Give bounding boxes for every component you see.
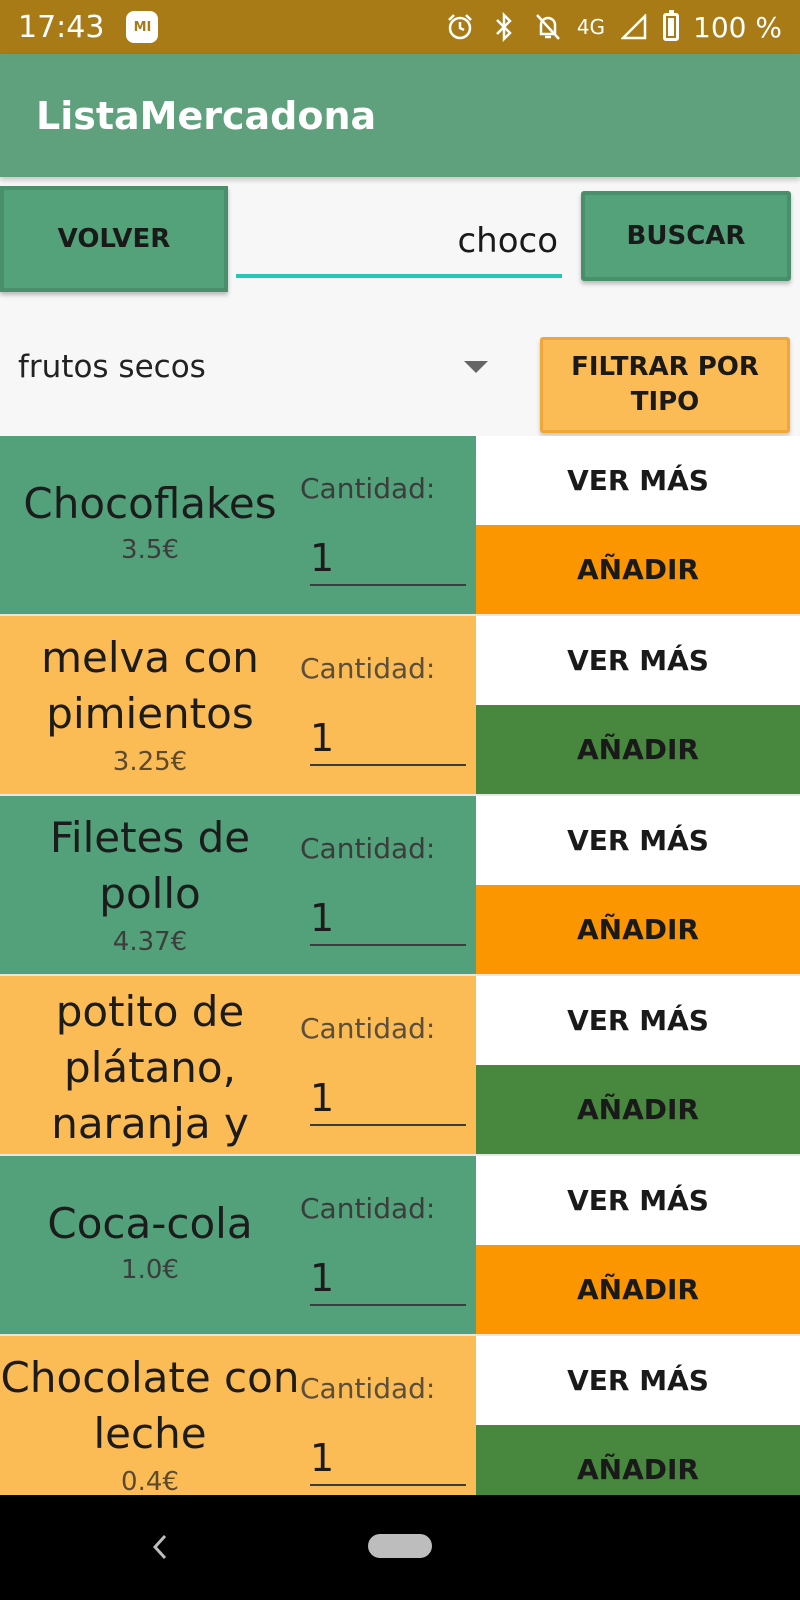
quantity-input[interactable]: [310, 1252, 466, 1306]
add-button[interactable]: AÑADIR: [476, 885, 800, 974]
status-bar: 17:43 MI 4G 100 %: [0, 0, 800, 54]
product-price: 3.5€: [121, 535, 179, 565]
signal-icon: [619, 12, 649, 42]
quantity-input[interactable]: [310, 1432, 466, 1486]
back-button[interactable]: VOLVER: [0, 186, 228, 292]
see-more-button[interactable]: VER MÁS: [476, 616, 800, 705]
status-time: 17:43: [18, 9, 105, 45]
product-name: Filetes de pollo: [49, 813, 251, 918]
see-more-button[interactable]: VER MÁS: [476, 976, 800, 1065]
quantity-label: Cantidad:: [300, 652, 436, 685]
product-price: 0.4€: [121, 1467, 179, 1495]
quantity-label: Cantidad:: [300, 472, 436, 505]
product-name: Chocolate con leche: [0, 1353, 300, 1458]
product-info: potito de plátano, naranja y Cantidad:: [0, 976, 476, 1154]
list-item: Filetes de pollo 4.37€ Cantidad: VER MÁS…: [0, 796, 800, 976]
product-price: 1.0€: [121, 1255, 179, 1285]
bluetooth-icon: [489, 12, 519, 42]
quantity-input[interactable]: [310, 892, 466, 946]
product-price: 4.37€: [112, 927, 188, 957]
type-spinner[interactable]: frutos secos: [18, 330, 498, 404]
type-selected: frutos secos: [18, 349, 206, 385]
quantity-input[interactable]: [310, 532, 466, 586]
add-button[interactable]: AÑADIR: [476, 525, 800, 614]
add-button[interactable]: AÑADIR: [476, 1245, 800, 1334]
home-pill-icon[interactable]: [368, 1534, 432, 1558]
app-bar: ListaMercadona: [0, 54, 800, 177]
product-info: Chocolate con leche 0.4€ Cantidad:: [0, 1336, 476, 1495]
back-icon[interactable]: [140, 1525, 180, 1569]
alarm-icon: [445, 12, 475, 42]
dropdown-caret-icon: [464, 361, 488, 373]
list-item: Chocolate con leche 0.4€ Cantidad: VER M…: [0, 1336, 800, 1495]
search-input[interactable]: [236, 208, 562, 278]
see-more-button[interactable]: VER MÁS: [476, 1156, 800, 1245]
list-item: potito de plátano, naranja y Cantidad: V…: [0, 976, 800, 1156]
list-item: Coca-cola 1.0€ Cantidad: VER MÁS AÑADIR: [0, 1156, 800, 1336]
quantity-input[interactable]: [310, 1072, 466, 1126]
battery-icon: [663, 10, 680, 41]
product-name: Chocoflakes: [23, 479, 277, 528]
product-info: Filetes de pollo 4.37€ Cantidad:: [0, 796, 476, 974]
product-price: 3.25€: [112, 747, 188, 777]
battery-level: 100 %: [693, 10, 782, 44]
search-button[interactable]: BUSCAR: [581, 191, 791, 281]
product-info: Chocoflakes 3.5€ Cantidad:: [0, 436, 476, 614]
product-info: melva con pimientos 3.25€ Cantidad:: [0, 616, 476, 794]
add-button[interactable]: AÑADIR: [476, 1425, 800, 1495]
product-list[interactable]: Chocoflakes 3.5€ Cantidad: VER MÁS AÑADI…: [0, 436, 800, 1495]
product-info: Coca-cola 1.0€ Cantidad:: [0, 1156, 476, 1334]
product-name: potito de plátano, naranja y: [51, 987, 249, 1148]
add-button[interactable]: AÑADIR: [476, 705, 800, 794]
quantity-label: Cantidad:: [300, 1192, 436, 1225]
add-button[interactable]: AÑADIR: [476, 1065, 800, 1154]
navigation-bar: [0, 1495, 800, 1600]
see-more-button[interactable]: VER MÁS: [476, 796, 800, 885]
quantity-input[interactable]: [310, 712, 466, 766]
mi-app-icon: MI: [126, 11, 159, 43]
filter-by-type-button[interactable]: FILTRAR POR TIPO: [540, 337, 790, 433]
see-more-button[interactable]: VER MÁS: [476, 436, 800, 525]
app-title: ListaMercadona: [36, 93, 377, 138]
quantity-label: Cantidad:: [300, 1012, 436, 1045]
network-type: 4G: [576, 15, 606, 39]
quantity-label: Cantidad:: [300, 1372, 436, 1405]
product-name: Coca-cola: [47, 1199, 253, 1248]
product-name: melva con pimientos: [41, 633, 259, 738]
quantity-label: Cantidad:: [300, 832, 436, 865]
notifications-off-icon: [533, 12, 563, 42]
list-item: Chocoflakes 3.5€ Cantidad: VER MÁS AÑADI…: [0, 436, 800, 616]
list-item: melva con pimientos 3.25€ Cantidad: VER …: [0, 616, 800, 796]
see-more-button[interactable]: VER MÁS: [476, 1336, 800, 1425]
